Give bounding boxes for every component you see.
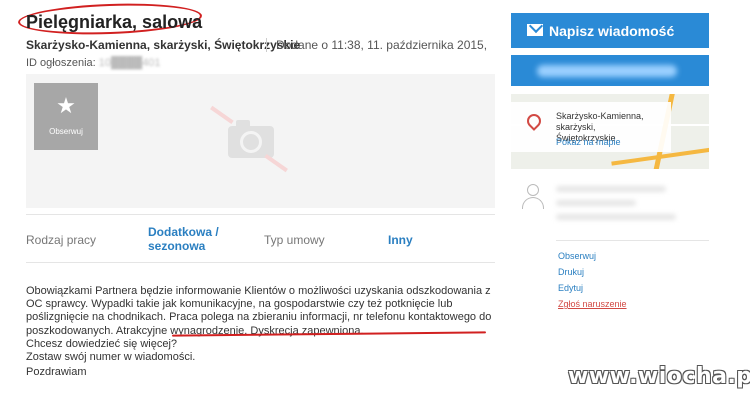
star-icon: ★ xyxy=(56,93,76,118)
show-phone-button[interactable] xyxy=(511,55,709,86)
action-print[interactable]: Drukuj xyxy=(558,267,584,277)
user-icon-head xyxy=(527,184,539,196)
listing-id-label: ID ogłoszenia: xyxy=(26,57,96,69)
phone-number-blurred xyxy=(537,65,677,77)
location-map[interactable]: Skarżysko-Kamienna, skarżyski, Świętokrz… xyxy=(511,94,709,169)
listing-date: Dodane o 11:38, 11. października 2015, xyxy=(276,38,488,52)
follow-label: Obserwuj xyxy=(49,127,83,136)
divider xyxy=(556,240,709,241)
divider xyxy=(26,214,495,215)
description-line: poślizgnięcie na chodnikach. Praca poleg… xyxy=(26,311,492,324)
param-label-contract: Typ umowy xyxy=(264,233,325,247)
map-city-line: Skarżysko-Kamienna, skarżyski, xyxy=(556,111,644,132)
watermark: www.wiocha.pl xyxy=(568,364,750,389)
show-on-map-link[interactable]: Pokaż na mapie xyxy=(556,137,621,147)
envelope-icon xyxy=(527,24,543,36)
avatar xyxy=(520,182,546,210)
param-value-job-type[interactable]: Dodatkowa / sezonowa xyxy=(148,225,219,253)
page-title: Pielęgniarka, salowa xyxy=(26,12,203,32)
seller-info-blurred xyxy=(556,186,706,226)
listing-id-value: 10████401 xyxy=(98,57,161,69)
user-icon-body xyxy=(522,197,544,209)
listing-location: Skarżysko-Kamienna, skarżyski, Świętokrz… xyxy=(26,38,301,52)
divider xyxy=(26,262,495,263)
action-edit[interactable]: Edytuj xyxy=(558,283,583,293)
description-line: Chcesz dowiedzieć się więcej? xyxy=(26,337,178,350)
divider xyxy=(266,38,267,52)
send-message-button[interactable]: Napisz wiadomość xyxy=(511,13,709,48)
camera-lens xyxy=(240,131,262,153)
follow-button[interactable]: ★ Obserwuj xyxy=(34,83,98,150)
send-message-label: Napisz wiadomość xyxy=(549,23,675,39)
description-line: Pozdrawiam xyxy=(26,366,87,379)
param-value-line: sezonowa xyxy=(148,239,206,253)
description-line: OC sprawcy. Wypadki takie jak komunikacy… xyxy=(26,298,453,311)
param-label-job-type: Rodzaj pracy xyxy=(26,233,97,247)
param-value-contract[interactable]: Inny xyxy=(388,233,413,247)
action-follow[interactable]: Obserwuj xyxy=(558,251,596,261)
listing-id: ID ogłoszenia: 10████401 xyxy=(26,57,161,69)
param-value-line: Dodatkowa / xyxy=(148,225,219,239)
description-line: Obowiązkami Partnera będzie informowanie… xyxy=(26,285,491,297)
action-report[interactable]: Zgłoś naruszenie xyxy=(558,299,627,309)
description-line: Zostaw swój numer w wiadomości. xyxy=(26,351,196,364)
